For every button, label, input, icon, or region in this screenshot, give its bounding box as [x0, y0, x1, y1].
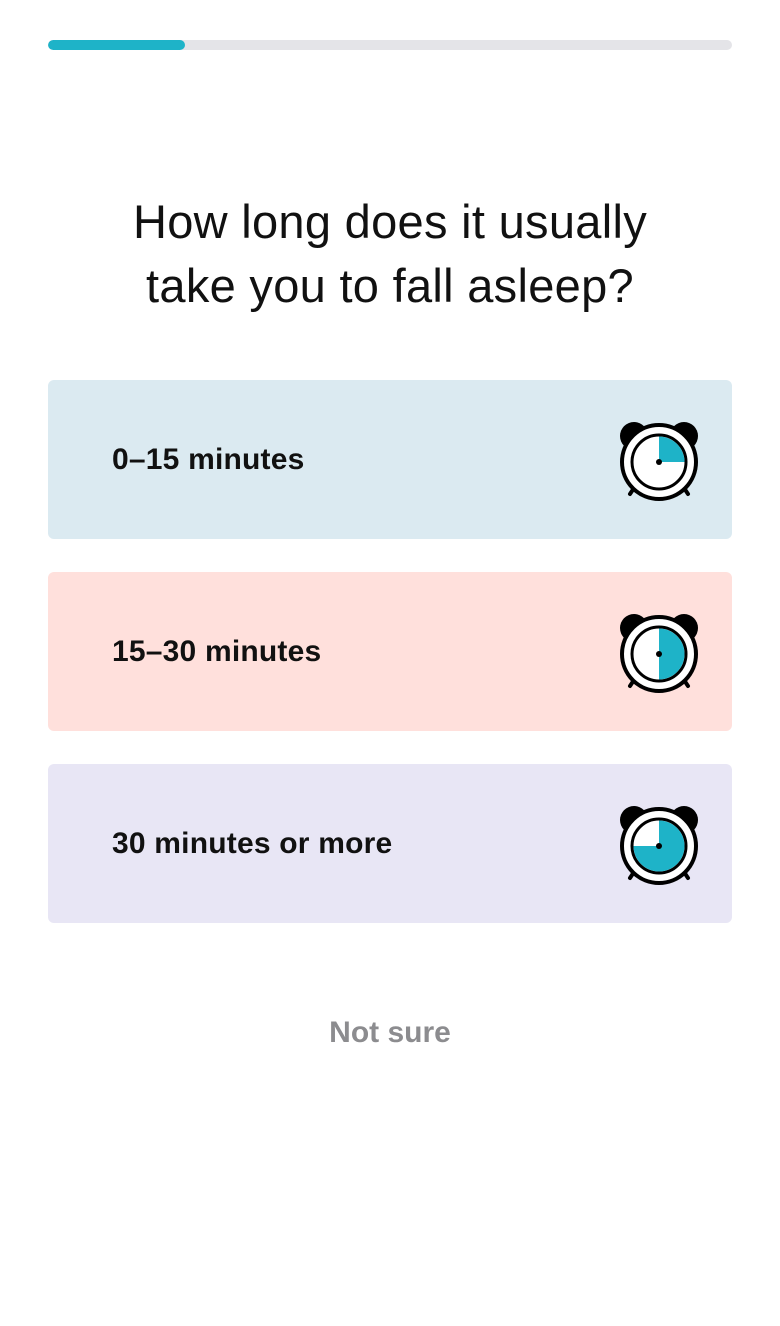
clock-center-dot — [656, 651, 662, 657]
alarm-clock-three-quarter-icon — [620, 806, 698, 885]
option-label: 30 minutes or more — [112, 826, 393, 860]
question-line-1: How long does it usually — [132, 195, 648, 248]
question-title: How long does it usually take you to fal… — [90, 190, 690, 318]
question-line-2: take you to fall asleep? — [146, 259, 634, 312]
option-0-15-minutes[interactable]: 0–15 minutes — [48, 380, 732, 539]
option-30-minutes-or-more[interactable]: 30 minutes or more — [48, 764, 732, 923]
alarm-clock-half-icon — [620, 614, 698, 693]
progress-bar — [48, 40, 732, 50]
progress-bar-fill — [48, 40, 185, 50]
option-15-30-minutes[interactable]: 15–30 minutes — [48, 572, 732, 731]
alarm-clock-quarter-icon — [620, 422, 698, 501]
clock-center-dot — [656, 843, 662, 849]
not-sure-button[interactable]: Not sure — [0, 1016, 780, 1050]
clock-center-dot — [656, 459, 662, 465]
option-label: 15–30 minutes — [112, 634, 322, 668]
option-label: 0–15 minutes — [112, 442, 305, 476]
